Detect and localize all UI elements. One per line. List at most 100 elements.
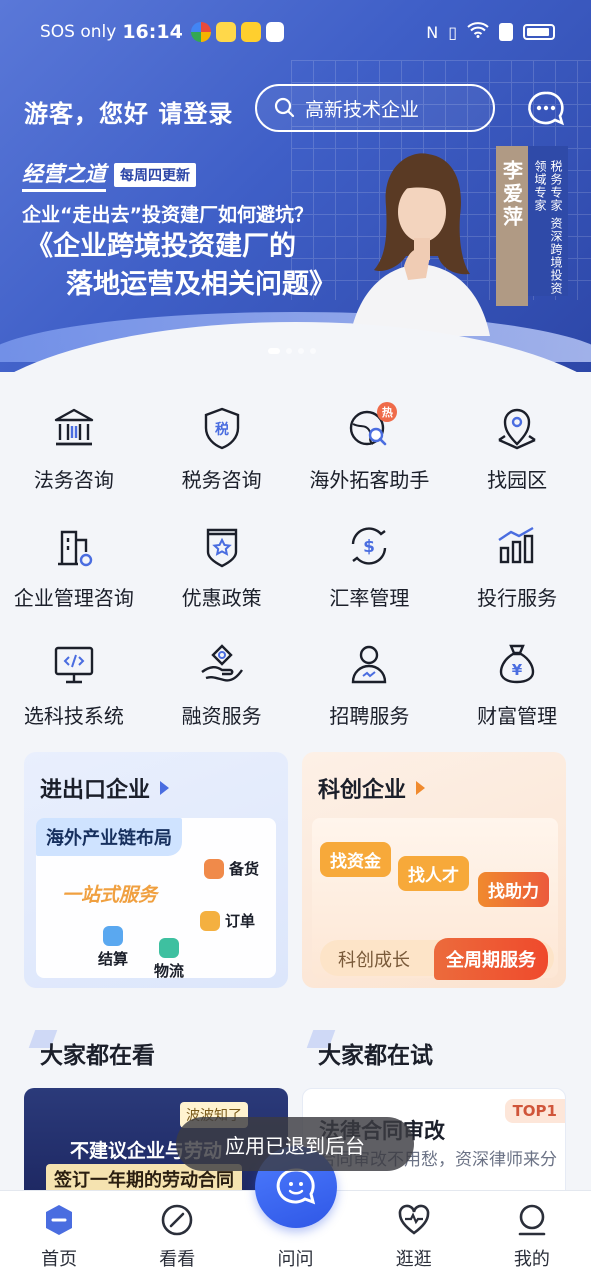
nfc-icon: N (426, 22, 439, 42)
section-title-trying: 大家都在试 (318, 1036, 433, 1070)
brand-tag: 每周四更新 (114, 163, 196, 187)
heart-pulse-icon (398, 1204, 430, 1235)
monitor-code-icon (54, 646, 94, 684)
bar-chart-up-icon (498, 526, 534, 564)
service-label: 海外拓客助手 (309, 468, 430, 492)
map-pin-icon (498, 408, 536, 450)
search-input[interactable]: 高新技术企业 (305, 95, 419, 122)
service-overseas[interactable]: 热 海外拓客助手 (296, 400, 444, 518)
service-management[interactable]: 企业管理咨询 (0, 518, 148, 636)
tax-shield-icon: 税 (204, 407, 239, 450)
card-title-text: 科创企业 (318, 778, 407, 803)
carousel-dot (286, 348, 292, 354)
service-label: 财富管理 (477, 704, 558, 728)
truck-icon (159, 938, 179, 958)
globe-search-wrapper: 热 (345, 402, 398, 452)
import-export-card[interactable]: 进出口企业 海外产业链布局 一站式服务 备货 订单 结算 物流 (24, 752, 288, 988)
settle-item: 结算 (98, 926, 128, 969)
tab-browse[interactable]: 看看 (118, 1191, 236, 1280)
tab-label: 逛逛 (395, 1249, 432, 1270)
carousel-dot (268, 348, 280, 354)
exchange-dollar-icon: $ (352, 527, 387, 565)
system-icons: N ▯ (426, 22, 555, 42)
alert-icon (499, 23, 513, 41)
service-recruit[interactable]: 招聘服务 (296, 636, 444, 754)
stock-item: 备货 (204, 858, 259, 879)
card-chip: 海外产业链布局 (36, 818, 182, 856)
tab-explore[interactable]: 逛逛 (355, 1191, 473, 1280)
carousel-dot (310, 348, 316, 354)
service-ib[interactable]: 投行服务 (443, 518, 591, 636)
service-grid: 法务咨询 税 税务咨询 热 海外拓客助手 找园区 企业管理咨询 优惠政策 $ 汇… (0, 400, 591, 754)
card-title-text: 进出口企业 (40, 778, 151, 803)
order-item: 订单 (200, 910, 255, 931)
app-icon-4 (265, 22, 284, 42)
speaker-title: 税务专家 资深跨境投资领域专家 (528, 146, 568, 296)
arrow-right-icon (416, 781, 426, 795)
tab-home[interactable]: 首页 (0, 1191, 118, 1280)
banner-subtitle: 企业“走出去”投资建厂如何避坑？ (22, 204, 313, 226)
banner-title-line-2: 落地运营及相关问题》 (66, 269, 336, 300)
profile-icon (518, 1204, 546, 1236)
toast-message: 应用已退到后台 (176, 1117, 414, 1171)
home-icon (46, 1205, 73, 1235)
tab-label: 我的 (513, 1249, 550, 1270)
stock-label: 备货 (229, 860, 260, 878)
app-icon-2 (215, 22, 236, 42)
service-label: 选科技系统 (23, 704, 124, 728)
service-exchange[interactable]: $ 汇率管理 (296, 518, 444, 636)
service-tax[interactable]: 税 税务咨询 (148, 400, 296, 518)
service-legal[interactable]: 法务咨询 (0, 400, 148, 518)
banner-brand: 经营之道 每周四更新 (22, 158, 196, 192)
brand-logo: 经营之道 (22, 158, 106, 192)
card-title: 进出口企业 (40, 772, 170, 804)
growth-label: 科创成长 (338, 950, 410, 971)
building-gear-icon (57, 530, 93, 567)
clock: 16:14 (122, 21, 183, 43)
tech-card[interactable]: 科创企业 找资金 找人才 找助力 科创成长 全周期服务 (302, 752, 566, 988)
search-icon (274, 97, 295, 118)
wave-decoration (0, 312, 591, 362)
service-label: 优惠政策 (181, 586, 262, 610)
tab-label: 首页 (41, 1249, 78, 1270)
service-park[interactable]: 找园区 (443, 400, 591, 518)
carousel-dot (298, 348, 304, 354)
arrow-right-icon (160, 781, 170, 795)
banner-title-line-1: 《企业跨境投资建厂的 (26, 231, 296, 262)
order-icon (200, 910, 220, 931)
svg-text:税: 税 (215, 421, 229, 438)
speaker-name: 李爱萍 (496, 146, 528, 306)
app-icon-3 (240, 22, 261, 42)
service-label: 法务咨询 (33, 468, 114, 492)
settle-label: 结算 (98, 950, 129, 968)
service-wealth[interactable]: ¥ 财富管理 (443, 636, 591, 754)
carousel-dots (268, 348, 316, 354)
service-label: 招聘服务 (329, 704, 410, 728)
courthouse-icon (54, 408, 94, 446)
app-icon-1 (190, 22, 211, 42)
money-bag-icon: ¥ (499, 644, 535, 684)
find-talent-pill: 找人才 (398, 856, 469, 891)
person-icon (352, 645, 387, 684)
chat-bubble-icon[interactable] (527, 90, 565, 128)
banner-title: 《企业跨境投资建厂的 落地运营及相关问题》 (26, 228, 336, 304)
tab-profile[interactable]: 我的 (473, 1191, 591, 1280)
search-bar[interactable]: 高新技术企业 (255, 84, 495, 132)
speaker-portrait (350, 153, 490, 336)
service-label: 汇率管理 (329, 586, 410, 610)
svg-text:¥: ¥ (512, 661, 523, 679)
service-financing[interactable]: 融资服务 (148, 636, 296, 754)
find-funds-pill: 找资金 (320, 842, 391, 877)
login-greeting[interactable]: 游客，您好 请登录 (24, 94, 233, 129)
logistics-label: 物流 (154, 962, 185, 980)
badge-star-icon (206, 528, 237, 568)
card-title: 科创企业 (318, 772, 426, 804)
order-label: 订单 (225, 912, 256, 930)
service-policy[interactable]: 优惠政策 (148, 518, 296, 636)
service-tech-system[interactable]: 选科技系统 (0, 636, 148, 754)
battery-icon (523, 24, 555, 40)
notification-icons (190, 22, 284, 42)
service-label: 企业管理咨询 (13, 586, 134, 610)
card-slogan: 一站式服务 (62, 884, 158, 906)
hero-banner[interactable]: SOS only 16:14 N ▯ 游客，您好 请登录 高新技术企业 经营之道… (0, 0, 591, 372)
